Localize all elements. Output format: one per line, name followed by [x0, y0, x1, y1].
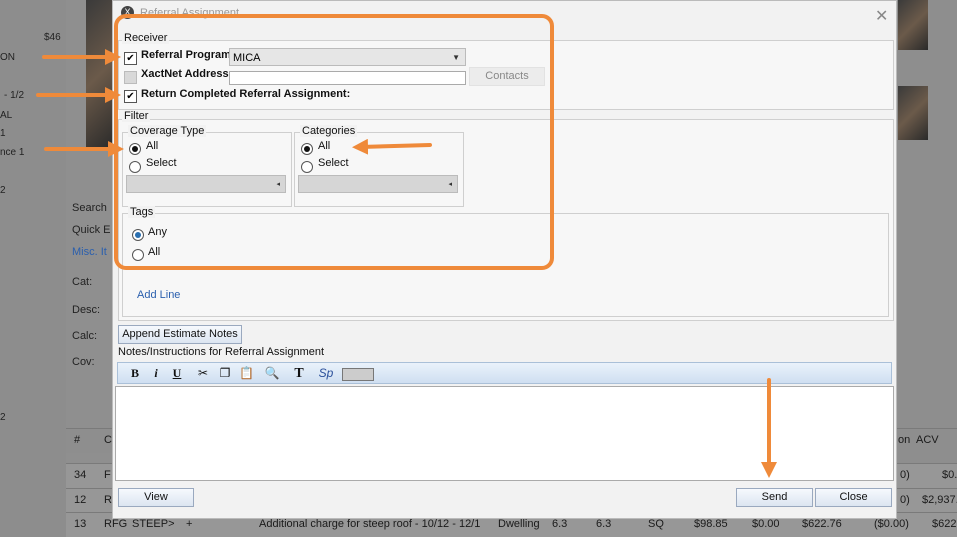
arrow-categories-all — [352, 138, 432, 155]
annotation-arrows — [36, 49, 777, 478]
